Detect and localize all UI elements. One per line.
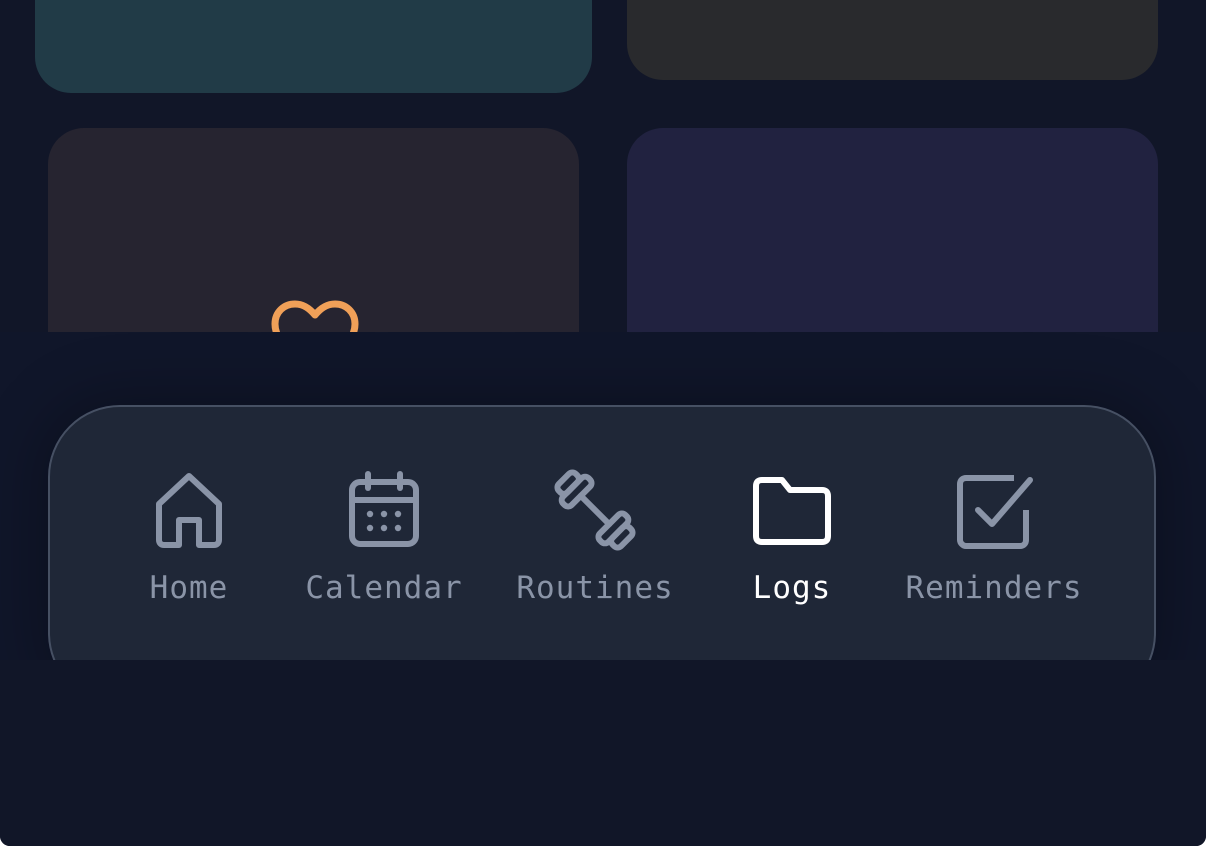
app-screen: Home Calendar Routines Logs Reminders	[0, 0, 1206, 846]
folder-icon	[750, 468, 834, 552]
nav-item-logs[interactable]: Logs	[752, 468, 832, 606]
home-icon	[147, 468, 231, 552]
nav-label-reminders: Reminders	[905, 570, 1083, 606]
nav-item-home[interactable]: Home	[147, 468, 231, 606]
nav-label-calendar: Calendar	[305, 570, 463, 606]
bottom-nav-container: Home Calendar Routines Logs Reminders	[0, 0, 1206, 660]
nav-item-routines[interactable]: Routines	[516, 468, 674, 606]
nav-item-reminders[interactable]: Reminders	[906, 468, 1082, 606]
nav-label-routines: Routines	[516, 570, 674, 606]
checkbox-icon	[952, 468, 1036, 552]
bottom-area	[0, 660, 1206, 846]
dumbbell-icon	[553, 468, 637, 552]
nav-label-home: Home	[149, 570, 229, 606]
calendar-icon	[342, 468, 426, 552]
nav-label-logs: Logs	[752, 570, 832, 606]
nav-item-calendar[interactable]: Calendar	[305, 468, 463, 606]
